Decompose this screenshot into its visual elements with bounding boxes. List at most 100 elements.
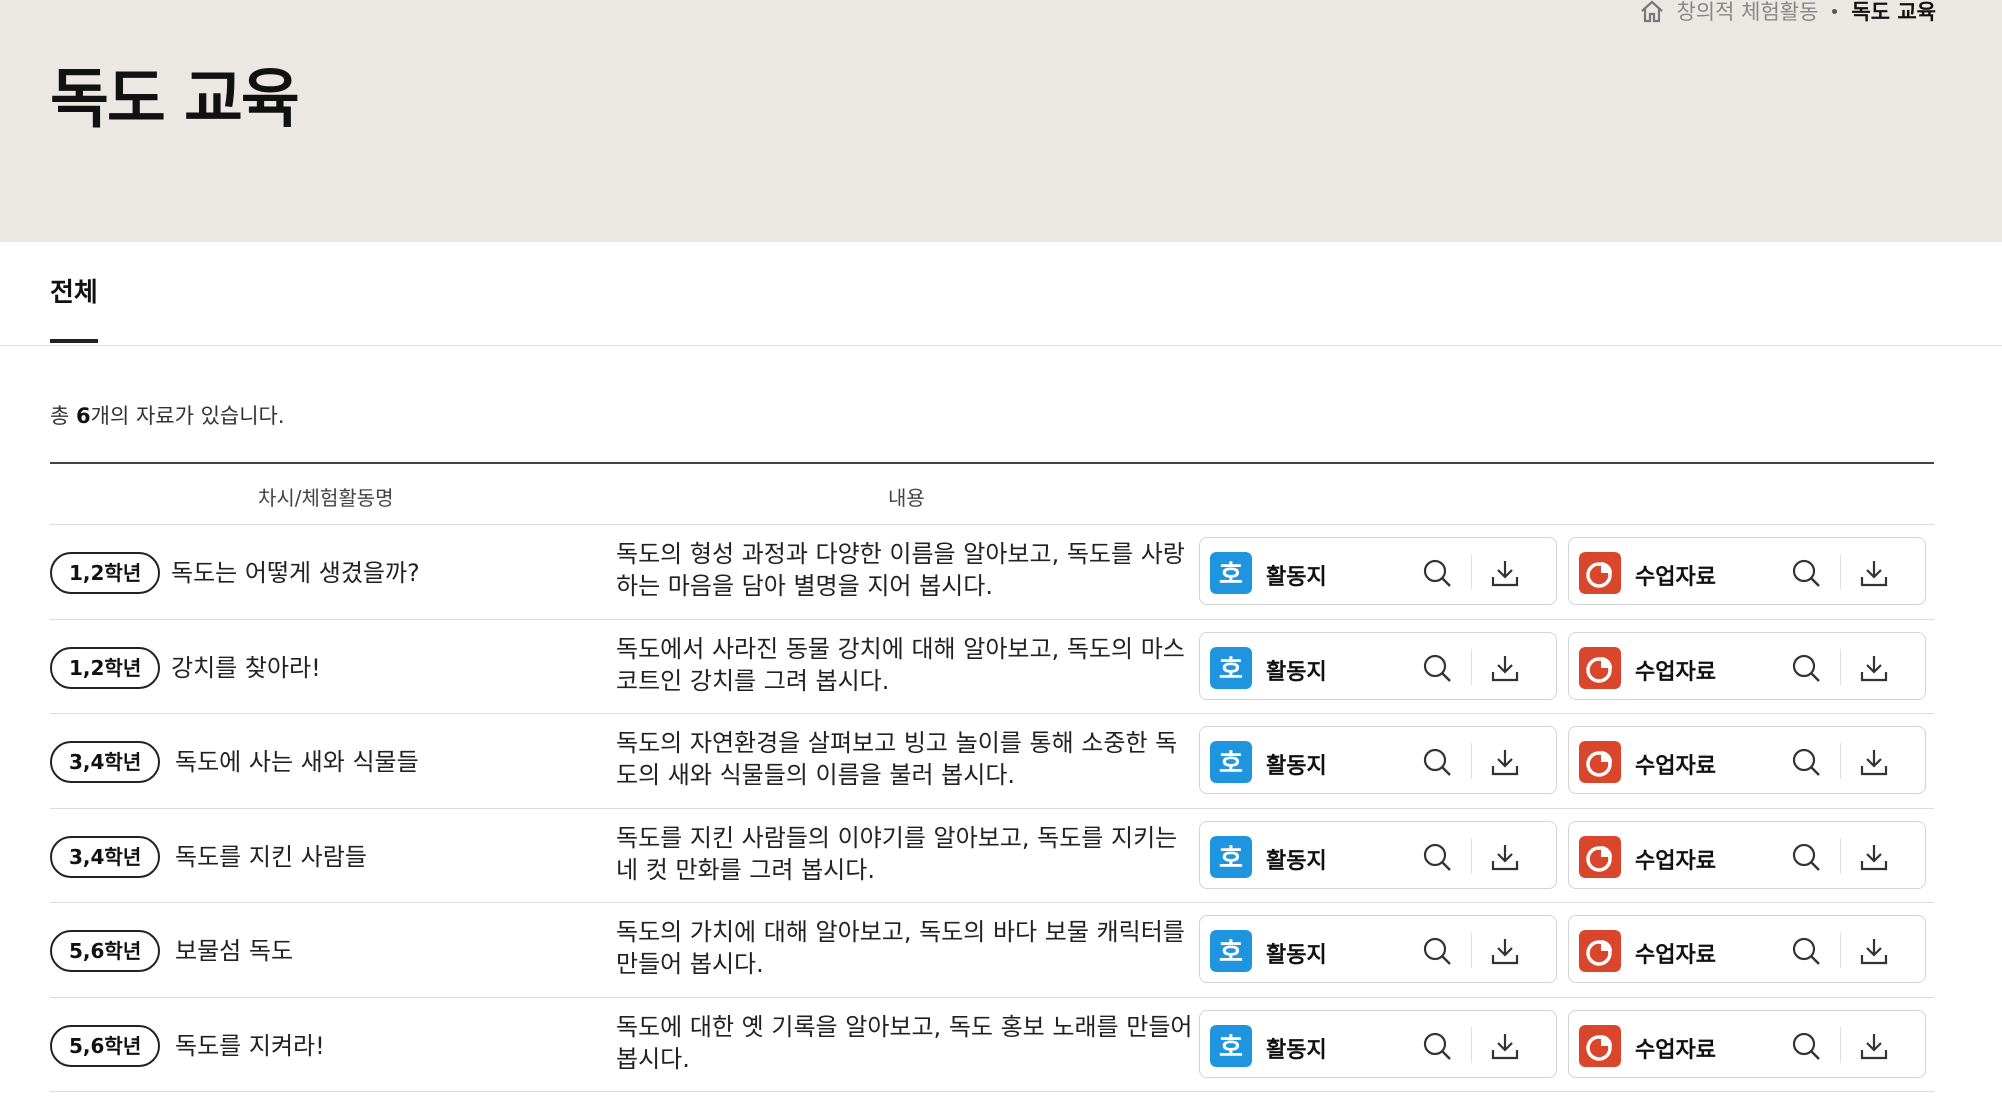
table-row: 5,6학년 보물섬 독도 독도의 가치에 대해 알아보고, 독도의 바다 보물 캐릭… xyxy=(50,903,1934,998)
worksheet-button[interactable]: 호 활동지 xyxy=(1199,537,1557,605)
ppt-icon xyxy=(1579,741,1621,783)
activity-name: 독도를 지켜라! xyxy=(175,1031,325,1060)
lesson-material-button[interactable]: 수업자료 xyxy=(1568,537,1926,605)
download-icon[interactable] xyxy=(1490,653,1520,683)
count-prefix: 총 xyxy=(50,404,76,428)
home-icon[interactable] xyxy=(1638,0,1666,25)
search-icon[interactable] xyxy=(1422,1031,1452,1061)
download-icon[interactable] xyxy=(1859,653,1889,683)
svg-text:호: 호 xyxy=(1219,655,1243,685)
download-icon[interactable] xyxy=(1859,842,1889,872)
divider xyxy=(1471,648,1472,685)
hwp-icon: 호 xyxy=(1210,741,1252,783)
search-icon[interactable] xyxy=(1422,653,1452,683)
lesson-material-button[interactable]: 수업자료 xyxy=(1568,820,1926,889)
worksheet-button[interactable]: 호 활동지 xyxy=(1199,726,1557,794)
page-header: 독도 교육 창의적 체험활동 독도 교육 xyxy=(0,0,2002,242)
download-icon[interactable] xyxy=(1490,558,1520,588)
download-icon[interactable] xyxy=(1859,936,1889,966)
worksheet-button[interactable]: 호 활동지 xyxy=(1199,631,1557,700)
activity-description: 독도에서 사라진 동물 강치에 대해 알아보고, 독도의 마스코트인 강치를 그… xyxy=(616,634,1185,695)
activity-description: 독도의 자연환경을 살펴보고 빙고 놀이를 통해 소중한 독도의 새와 식물들의… xyxy=(616,729,1178,789)
divider xyxy=(1840,743,1841,779)
tab-active-indicator xyxy=(50,339,98,343)
download-icon[interactable] xyxy=(1859,747,1889,777)
lesson-material-label: 수업자료 xyxy=(1635,659,1716,685)
lesson-material-label: 수업자료 xyxy=(1635,943,1716,968)
divider xyxy=(1471,1026,1472,1063)
worksheet-label: 활동지 xyxy=(1266,1037,1327,1063)
lesson-material-button[interactable]: 수업자료 xyxy=(1568,631,1926,700)
activity-name: 강치를 찾아라! xyxy=(171,653,321,682)
divider xyxy=(1840,1026,1841,1063)
table-header: 차시/체험활동명 내용 xyxy=(50,464,1934,525)
activity-description: 독도의 형성 과정과 다양한 이름을 알아보고, 독도를 사랑하는 마음을 담아… xyxy=(616,540,1185,600)
lesson-material-button[interactable]: 수업자료 xyxy=(1568,915,1926,983)
lesson-material-label: 수업자료 xyxy=(1635,1037,1716,1063)
divider xyxy=(1471,743,1472,779)
search-icon[interactable] xyxy=(1422,558,1452,588)
grade-badge: 3,4학년 xyxy=(50,835,161,878)
ppt-icon xyxy=(1579,1024,1621,1067)
worksheet-button[interactable]: 호 활동지 xyxy=(1199,1009,1557,1078)
hwp-icon: 호 xyxy=(1210,1024,1252,1067)
divider xyxy=(1471,932,1472,968)
svg-text:호: 호 xyxy=(1219,1033,1243,1063)
divider xyxy=(1840,837,1841,874)
activity-name: 보물섬 독도 xyxy=(175,937,294,965)
result-count: 총 6개의 자료가 있습니다. xyxy=(50,400,285,430)
search-icon[interactable] xyxy=(1791,558,1821,588)
activity-description: 독도를 지킨 사람들의 이야기를 알아보고, 독도를 지키는 네 컷 만화를 그… xyxy=(616,823,1178,884)
ppt-icon xyxy=(1579,835,1621,878)
worksheet-label: 활동지 xyxy=(1266,943,1327,968)
activity-name: 독도를 지킨 사람들 xyxy=(175,842,367,871)
search-icon[interactable] xyxy=(1791,747,1821,777)
search-icon[interactable] xyxy=(1422,936,1452,966)
count-suffix: 개의 자료가 있습니다. xyxy=(90,404,285,428)
resource-table: 차시/체험활동명 내용 1,2학년 독도는 어떻게 생겼을까? 독도의 형성 과정과… xyxy=(50,462,1934,1092)
activity-description: 독도에 대한 옛 기록을 알아보고, 독도 홍보 노래를 만들어 봅시다. xyxy=(616,1012,1193,1073)
lesson-material-label: 수업자료 xyxy=(1635,565,1716,590)
tab-all[interactable]: 전체 xyxy=(50,272,98,343)
svg-text:호: 호 xyxy=(1219,560,1243,590)
search-icon[interactable] xyxy=(1422,842,1452,872)
worksheet-label: 활동지 xyxy=(1266,754,1327,779)
table-row: 1,2학년 독도는 어떻게 생겼을까? 독도의 형성 과정과 다양한 이름을 알아보… xyxy=(50,525,1934,620)
download-icon[interactable] xyxy=(1490,842,1520,872)
download-icon[interactable] xyxy=(1490,747,1520,777)
lesson-material-button[interactable]: 수업자료 xyxy=(1568,1009,1926,1078)
divider xyxy=(1840,554,1841,590)
lesson-material-button[interactable]: 수업자료 xyxy=(1568,726,1926,794)
worksheet-button[interactable]: 호 활동지 xyxy=(1199,820,1557,889)
breadcrumb-item-category[interactable]: 창의적 체험활동 xyxy=(1676,0,1818,26)
download-icon[interactable] xyxy=(1859,558,1889,588)
tab-bar: 전체 xyxy=(0,242,2002,346)
divider xyxy=(1840,648,1841,685)
search-icon[interactable] xyxy=(1791,653,1821,683)
table-body: 1,2학년 독도는 어떻게 생겼을까? 독도의 형성 과정과 다양한 이름을 알아보… xyxy=(50,525,1934,1092)
download-icon[interactable] xyxy=(1859,1031,1889,1061)
search-icon[interactable] xyxy=(1791,936,1821,966)
search-icon[interactable] xyxy=(1791,842,1821,872)
column-header-activity: 차시/체험활동명 xyxy=(258,486,394,510)
download-icon[interactable] xyxy=(1490,1031,1520,1061)
activity-description: 독도의 가치에 대해 알아보고, 독도의 바다 보물 캐릭터를 만들어 봅시다. xyxy=(616,918,1185,978)
grade-badge: 3,4학년 xyxy=(50,741,161,783)
table-row: 1,2학년 강치를 찾아라! 독도에서 사라진 동물 강치에 대해 알아보고, 독도… xyxy=(50,620,1934,714)
divider xyxy=(1471,554,1472,590)
table-row: 3,4학년 독도에 사는 새와 식물들 독도의 자연환경을 살펴보고 빙고 놀이를 … xyxy=(50,714,1934,809)
table-row: 5,6학년 독도를 지켜라! 독도에 대한 옛 기록을 알아보고, 독도 홍보 노래… xyxy=(50,998,1934,1092)
download-icon[interactable] xyxy=(1490,936,1520,966)
search-icon[interactable] xyxy=(1422,747,1452,777)
page-title: 독도 교육 xyxy=(50,63,300,137)
column-header-content: 내용 xyxy=(888,486,925,510)
worksheet-label: 활동지 xyxy=(1266,848,1327,874)
ppt-icon xyxy=(1579,930,1621,972)
divider xyxy=(1840,932,1841,968)
worksheet-label: 활동지 xyxy=(1266,565,1327,590)
search-icon[interactable] xyxy=(1791,1031,1821,1061)
worksheet-button[interactable]: 호 활동지 xyxy=(1199,915,1557,983)
hwp-icon: 호 xyxy=(1210,646,1252,689)
svg-text:호: 호 xyxy=(1219,938,1243,968)
breadcrumb-separator xyxy=(1832,8,1838,14)
